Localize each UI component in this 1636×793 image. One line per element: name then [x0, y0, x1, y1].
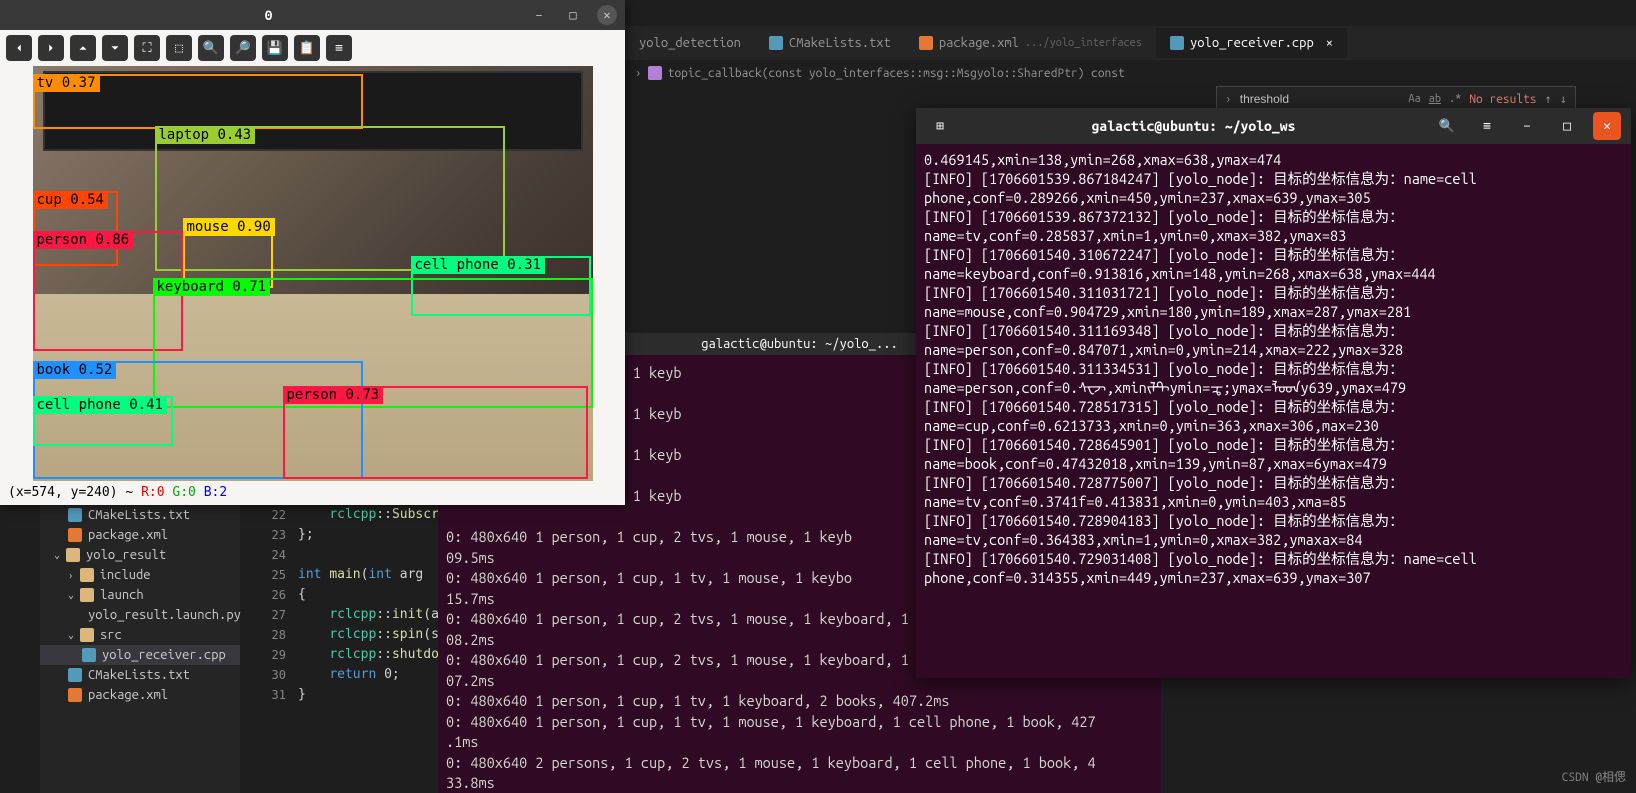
chevron-right-icon[interactable]: › [1225, 93, 1232, 106]
file-icon [919, 36, 933, 50]
editor-tabs: yolo_detectionCMakeLists.txtpackage.xml.… [625, 26, 1636, 60]
maximize-button[interactable]: □ [563, 5, 583, 25]
file-icon [80, 568, 94, 582]
detection-bbox: person 0.73 [283, 386, 588, 479]
file-tree-item[interactable]: CMakeLists.txt [40, 665, 240, 685]
file-icon [68, 668, 82, 682]
up-icon[interactable] [70, 35, 96, 61]
close-icon[interactable]: ✕ [1593, 112, 1621, 140]
file-tree-item[interactable]: ⌄launch [40, 585, 240, 605]
file-tree-item[interactable]: ⌄yolo_result [40, 545, 240, 565]
breadcrumb[interactable]: › topic_callback(const yolo_interfaces::… [625, 60, 1636, 86]
editor-tab[interactable]: CMakeLists.txt [755, 28, 905, 58]
regex-icon[interactable]: .* [1449, 93, 1461, 105]
file-tree-item[interactable]: CMakeLists.txt [40, 505, 240, 525]
file-icon [68, 528, 82, 542]
next-match-icon[interactable]: ↓ [1560, 92, 1567, 106]
file-tree-item[interactable]: package.xml [40, 525, 240, 545]
file-tree-item[interactable]: ⌄src [40, 625, 240, 645]
code-editor[interactable]: 22232425262728293031 rclcpp::Subscr }; i… [258, 505, 438, 793]
editor-tab[interactable]: package.xml.../yolo_interfaces [905, 28, 1156, 58]
cv-toolbar: ⛶ ⬚ 🔍 🔎 💾 📋 ≡ [0, 30, 625, 66]
detection-bbox: tv 0.37 [33, 74, 363, 129]
menu-icon[interactable]: ≡ [1473, 112, 1501, 140]
file-icon [80, 628, 94, 642]
cv-titlebar[interactable]: 0 − □ ✕ [0, 0, 625, 30]
terminal2-output[interactable]: 0.469145,xmin=138,ymin=268,xmax=638,ymax… [916, 144, 1631, 678]
terminal2-titlebar[interactable]: ⊞ galactic@ubuntu: ~/yolo_ws 🔍 ≡ − □ ✕ [916, 108, 1631, 144]
file-icon [82, 648, 96, 662]
down-icon[interactable] [102, 35, 128, 61]
file-explorer: CMakeLists.txtpackage.xml⌄yolo_result›in… [40, 505, 240, 793]
method-icon [648, 66, 662, 80]
detection-bbox: cell phone 0.41 [33, 396, 173, 446]
editor-tab[interactable]: yolo_detection [625, 28, 755, 58]
file-icon [68, 688, 82, 702]
terminal2-title: galactic@ubuntu: ~/yolo_ws [966, 118, 1421, 134]
file-icon [68, 508, 82, 522]
match-case-icon[interactable]: Aa [1408, 93, 1420, 105]
minimize-icon[interactable]: − [1513, 112, 1541, 140]
file-tree-item[interactable]: yolo_receiver.cpp [40, 645, 240, 665]
prev-match-icon[interactable]: ↑ [1545, 92, 1552, 106]
editor-tab[interactable]: yolo_receiver.cpp× [1156, 28, 1347, 58]
close-tab-icon[interactable]: × [1326, 36, 1333, 50]
new-tab-icon[interactable]: ⊞ [926, 112, 954, 140]
close-button[interactable]: ✕ [597, 5, 617, 25]
file-tree-item[interactable]: package.xml [40, 685, 240, 705]
whole-word-icon[interactable]: ab [1429, 93, 1441, 105]
file-icon [66, 548, 80, 562]
clipboard-icon[interactable]: 📋 [294, 35, 320, 61]
save-icon[interactable]: 💾 [262, 35, 288, 61]
find-results: No results [1469, 93, 1536, 106]
terminal2-window: ⊞ galactic@ubuntu: ~/yolo_ws 🔍 ≡ − □ ✕ 0… [916, 108, 1631, 678]
cv-window-title: 0 [8, 7, 529, 23]
file-tree-item[interactable]: ›include [40, 565, 240, 585]
file-icon [1170, 36, 1184, 50]
file-icon [80, 588, 94, 602]
zoom-in-icon[interactable]: 🔍 [198, 35, 224, 61]
forward-icon[interactable] [38, 35, 64, 61]
cv-status-bar: (x=574, y=240) ~ R:0 G:0 B:2 [0, 481, 625, 504]
opencv-window: 0 − □ ✕ ⛶ ⬚ 🔍 🔎 💾 📋 ≡ tv 0.37laptop 0.43… [0, 0, 625, 505]
watermark: CSDN @相偲 [1562, 768, 1626, 785]
file-tree-item[interactable]: yolo_result.launch.py [40, 605, 240, 625]
back-icon[interactable] [6, 35, 32, 61]
find-input[interactable] [1240, 92, 1401, 106]
settings-icon[interactable]: ≡ [326, 35, 352, 61]
maximize-icon[interactable]: □ [1553, 112, 1581, 140]
file-icon [769, 36, 783, 50]
detection-image: tv 0.37laptop 0.43cup 0.54mouse 0.90pers… [33, 66, 593, 481]
search-icon[interactable]: 🔍 [1433, 112, 1461, 140]
zoom-fit-icon[interactable]: ⛶ [134, 35, 160, 61]
minimize-button[interactable]: − [529, 5, 549, 25]
zoom-out-icon[interactable]: 🔎 [230, 35, 256, 61]
zoom-region-icon[interactable]: ⬚ [166, 35, 192, 61]
